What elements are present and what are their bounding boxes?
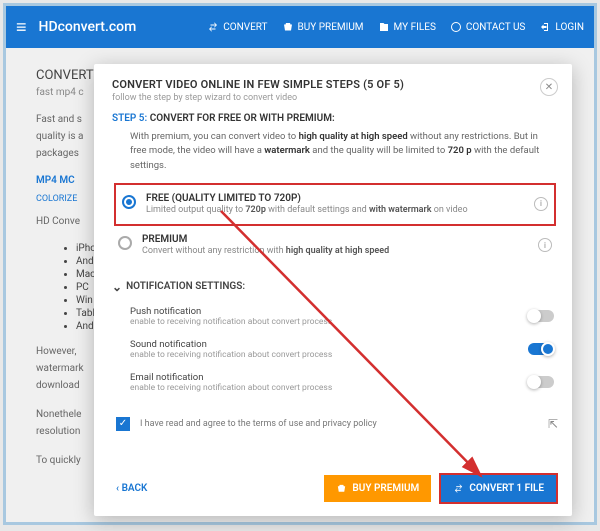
radio-free[interactable]: [122, 195, 136, 209]
notif-email: Email notificationenable to receiving no…: [112, 366, 558, 399]
nav-files[interactable]: MY FILES: [378, 21, 436, 33]
radio-premium[interactable]: [118, 236, 132, 250]
notif-sound: Sound notificationenable to receiving no…: [112, 333, 558, 366]
option-premium-desc: Convert without any restriction with hig…: [142, 245, 528, 258]
option-free-title: FREE (QUALITY LIMITED TO 720P): [146, 193, 524, 204]
option-free-desc: Limited output quality to 720p with defa…: [146, 204, 524, 217]
brand[interactable]: HDconvert.com: [39, 19, 137, 35]
nav-convert[interactable]: CONVERT: [207, 21, 267, 33]
convert-modal: CONVERT VIDEO ONLINE IN FEW SIMPLE STEPS…: [94, 64, 572, 516]
option-premium[interactable]: PREMIUM Convert without any restriction …: [112, 226, 558, 266]
menu-icon[interactable]: ≡: [16, 17, 27, 38]
nav-premium[interactable]: BUY PREMIUM: [282, 21, 364, 33]
modal-subtitle: follow the step by step wizard to conver…: [112, 93, 404, 103]
option-free[interactable]: FREE (QUALITY LIMITED TO 720P) Limited o…: [114, 183, 556, 227]
toggle-push[interactable]: [528, 310, 554, 322]
external-link-icon[interactable]: ⇱: [548, 417, 558, 431]
toggle-email[interactable]: [528, 376, 554, 388]
convert-file-button[interactable]: CONVERT 1 FILE: [439, 473, 558, 504]
info-icon[interactable]: i: [534, 197, 548, 211]
nav-contact[interactable]: CONTACT US: [450, 21, 525, 33]
toggle-sound[interactable]: [528, 343, 554, 355]
top-nav: ≡ HDconvert.com CONVERT BUY PREMIUM MY F…: [6, 6, 594, 48]
back-button[interactable]: ‹ BACK: [116, 483, 147, 494]
agree-text: I have read and agree to the terms of us…: [140, 419, 377, 429]
step-label: STEP 5: CONVERT FOR FREE OR WITH PREMIUM…: [112, 113, 558, 124]
agree-checkbox[interactable]: ✓: [116, 417, 130, 431]
modal-title: CONVERT VIDEO ONLINE IN FEW SIMPLE STEPS…: [112, 78, 404, 91]
step-description: With premium, you can convert video to h…: [130, 130, 552, 173]
agree-row: ✓ I have read and agree to the terms of …: [112, 417, 558, 431]
nav-login[interactable]: LOGIN: [539, 21, 584, 33]
buy-premium-button[interactable]: BUY PREMIUM: [324, 475, 431, 502]
option-premium-title: PREMIUM: [142, 234, 528, 245]
notif-push: Push notificationenable to receiving not…: [112, 300, 558, 333]
notification-section[interactable]: NOTIFICATION SETTINGS:: [112, 280, 558, 294]
info-icon[interactable]: i: [538, 238, 552, 252]
close-icon[interactable]: ✕: [540, 78, 558, 96]
